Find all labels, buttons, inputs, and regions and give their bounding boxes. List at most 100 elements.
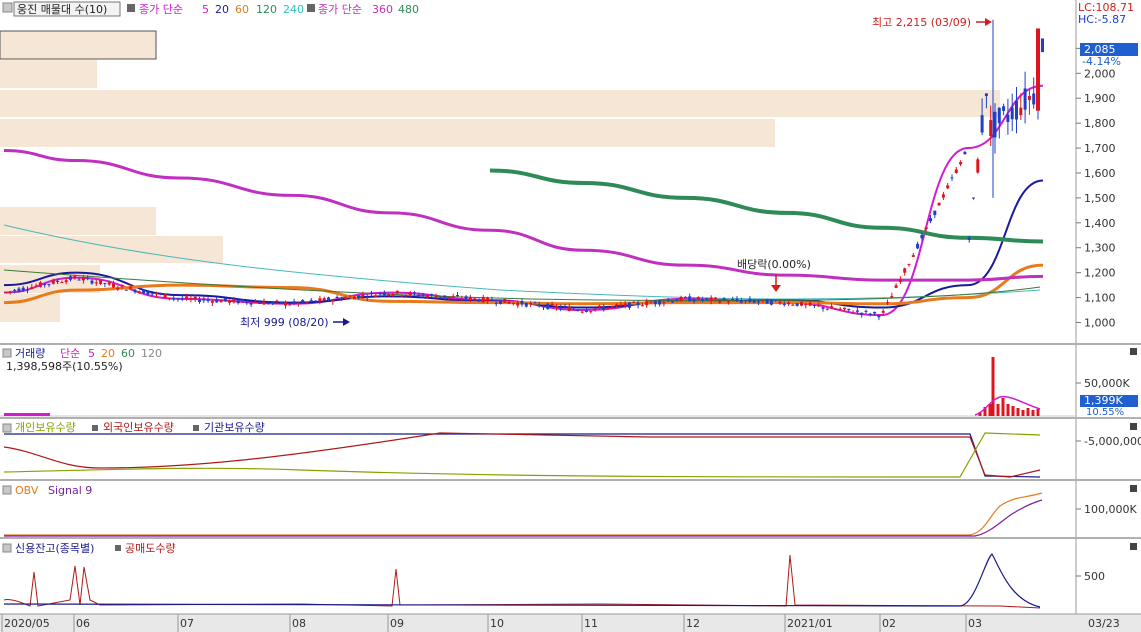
candle-body	[176, 298, 180, 300]
candle-body	[296, 302, 300, 305]
candle-body	[959, 161, 963, 165]
candle-body	[838, 308, 842, 310]
candle-body	[671, 301, 674, 303]
candle-body	[972, 197, 975, 199]
candle-body	[843, 307, 846, 310]
holding-close-icon[interactable]	[1130, 423, 1137, 430]
candle-body	[1015, 100, 1018, 120]
candle-body	[675, 300, 679, 302]
x-axis-label: 08	[292, 617, 306, 630]
candle-body	[812, 305, 816, 307]
ma-period-360: 360	[372, 3, 393, 16]
candle-body	[47, 284, 51, 286]
x-axis-label: 2021/01	[787, 617, 833, 630]
candle-body	[60, 282, 64, 284]
credit-close-icon[interactable]	[1130, 543, 1137, 550]
candle-body	[619, 304, 623, 306]
candle-body	[688, 296, 692, 302]
candle-body	[99, 280, 103, 284]
candle-body	[748, 298, 752, 302]
candle-body	[610, 306, 614, 308]
candle-body	[245, 301, 249, 304]
candle-body	[206, 300, 210, 302]
candle-body	[714, 297, 717, 299]
stock-chart[interactable]: 2,1002,0001,9001,8001,7001,6001,5001,400…	[0, 0, 1141, 632]
candle-body	[391, 294, 395, 296]
x-axis-label: 11	[584, 617, 598, 630]
candle-body	[778, 301, 782, 304]
candle-body	[133, 289, 137, 293]
candle-body	[907, 264, 911, 266]
candle-body	[86, 277, 90, 279]
candle-body	[266, 302, 270, 304]
candle-body	[228, 300, 232, 303]
volume-bar	[1016, 408, 1020, 416]
candle-body	[550, 304, 554, 306]
candle-body	[546, 303, 550, 309]
candle-body	[937, 202, 941, 206]
holding-menu-icon[interactable]	[2, 423, 12, 433]
candle-body	[1027, 95, 1031, 100]
candle-body	[318, 298, 322, 302]
credit-menu-icon[interactable]	[2, 543, 12, 553]
candle-body	[752, 300, 756, 303]
obv-menu-icon[interactable]	[2, 485, 12, 495]
candle-body	[112, 283, 115, 288]
volume-bar	[996, 404, 1000, 416]
candle-body	[580, 311, 584, 313]
credit-legend-sep	[115, 545, 121, 551]
candle-body	[271, 301, 275, 303]
candle-body	[696, 296, 700, 300]
candle-body	[142, 289, 146, 294]
candle-body	[537, 304, 541, 307]
x-axis-label: 06	[76, 617, 90, 630]
volume-ma-5: 5	[88, 347, 95, 360]
candle-body	[43, 283, 47, 286]
candle-body	[159, 293, 163, 295]
candle-body	[683, 296, 687, 299]
volume-close-icon[interactable]	[1130, 348, 1137, 355]
candle-body	[421, 294, 425, 296]
candle-body	[722, 298, 726, 300]
candle-body	[473, 298, 477, 300]
candle-body	[34, 285, 38, 287]
candle-body	[860, 312, 864, 315]
candle-body	[679, 296, 683, 301]
obv-close-icon[interactable]	[1130, 485, 1137, 492]
candle-body	[993, 111, 997, 138]
candle-body	[529, 302, 533, 305]
candle-body	[77, 279, 81, 281]
volume-bar	[988, 404, 992, 416]
candle-body	[744, 299, 748, 301]
price-tick-label: 1,800	[1084, 117, 1116, 130]
candle-body	[851, 312, 855, 314]
candle-body	[516, 302, 520, 306]
price-tick-label: 1,200	[1084, 267, 1116, 280]
candle-body	[331, 299, 335, 302]
candle-body	[524, 302, 528, 307]
volume-current: 1,399K	[1084, 394, 1123, 407]
volume-y-tick: 50,000K	[1084, 377, 1130, 390]
ma-period-480: 480	[398, 3, 419, 16]
candle-body	[817, 305, 821, 307]
candle-body	[507, 301, 511, 304]
ma-period-120: 120	[256, 3, 277, 16]
candle-body	[352, 296, 356, 300]
candle-body	[150, 293, 154, 295]
change-pct: -4.14%	[1082, 55, 1121, 68]
volume-menu-icon[interactable]	[2, 348, 12, 358]
candle-body	[567, 306, 571, 311]
candle-body	[765, 299, 769, 304]
panel-menu-icon[interactable]	[2, 2, 13, 13]
x-axis-label: 02	[882, 617, 896, 630]
candle-body	[4, 291, 8, 293]
candle-body	[223, 298, 227, 301]
candle-body	[1002, 106, 1006, 111]
candle-body	[847, 308, 851, 311]
volume-profile-bar	[0, 207, 156, 235]
candle-body	[615, 304, 619, 306]
candle-body	[21, 287, 25, 291]
ma-period-240: 240	[283, 3, 304, 16]
candle-body	[180, 298, 184, 300]
volume-bar	[1021, 410, 1025, 416]
